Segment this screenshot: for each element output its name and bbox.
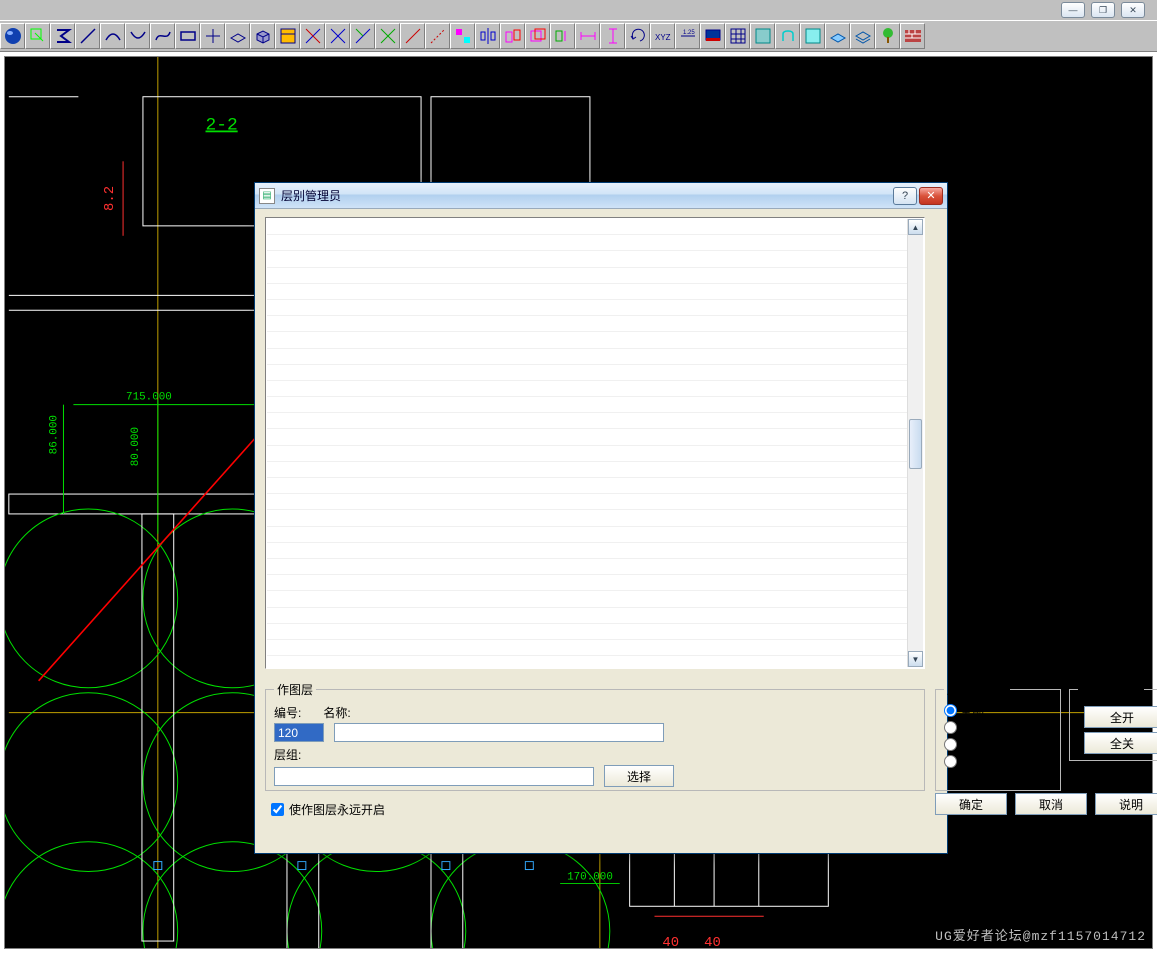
rectangle-icon[interactable] (175, 23, 200, 49)
work-layer-legend: 作图层 (274, 681, 316, 698)
tree-icon[interactable] (875, 23, 900, 49)
wcs-icon[interactable] (25, 23, 50, 49)
rect-off-icon[interactable] (525, 23, 550, 49)
work-layer-group: 作图层 编号: 名称: 层组: 选择 (265, 681, 925, 791)
help-button[interactable]: 说明 (1095, 793, 1157, 815)
dialog-body: ▲ ▼ 作图层 编号: 名称: 层组: 选择 (255, 209, 947, 853)
layer-list-inner (267, 219, 907, 667)
scroll-thumb[interactable] (909, 419, 922, 469)
svg-text:1.25: 1.25 (683, 30, 695, 36)
trim-icon[interactable] (300, 23, 325, 49)
dist-icon[interactable]: 1.25 (675, 23, 700, 49)
dim-v-icon[interactable] (600, 23, 625, 49)
point-icon[interactable] (200, 23, 225, 49)
tool5-icon[interactable] (850, 23, 875, 49)
wall-icon[interactable] (900, 23, 925, 49)
keep-open-checkbox[interactable] (271, 803, 284, 816)
arc-icon[interactable] (100, 23, 125, 49)
dialog-buttons: 确定 取消 说明 (935, 793, 1157, 815)
screen-icon[interactable] (700, 23, 725, 49)
solid-icon[interactable] (250, 23, 275, 49)
extend-icon[interactable] (350, 23, 375, 49)
radio-used-or-named-label: 使用的或命名的 (960, 753, 1044, 770)
radio-used-label: 使用的 (960, 719, 996, 736)
svg-text:40: 40 (662, 935, 679, 948)
xyz-icon[interactable]: XYZ (650, 23, 675, 49)
dialog-icon (259, 188, 275, 204)
svg-text:86.000: 86.000 (49, 415, 61, 454)
name-label: 名称: (323, 704, 350, 721)
layer-display-legend: 层别的显示 (944, 681, 1010, 698)
scroll-down-button[interactable]: ▼ (908, 651, 923, 667)
layer-manager-dialog: 层别管理员 ? ✕ ▲ ▼ 作图层 编号: (254, 182, 948, 854)
layer-list[interactable]: ▲ ▼ (265, 217, 925, 669)
window-controls: — ❐ ✕ (1061, 2, 1145, 18)
select-button[interactable]: 选择 (604, 765, 674, 787)
radio-used-or-named[interactable] (944, 755, 957, 768)
cancel-button[interactable]: 取消 (1015, 793, 1087, 815)
number-input[interactable] (274, 723, 324, 742)
shade-icon[interactable] (0, 23, 25, 49)
watermark: UG爱好者论坛@mzf1157014712 (935, 925, 1146, 944)
radio-all[interactable] (944, 704, 957, 717)
svg-text:XYZ: XYZ (655, 33, 671, 42)
dialog-title: 层别管理员 (281, 187, 893, 204)
radio-all-label: 全部 (960, 702, 984, 719)
svg-text:2-2: 2-2 (206, 116, 238, 136)
radio-named-label: 命名的 (960, 736, 996, 753)
minimize-button[interactable]: — (1061, 2, 1085, 18)
show-all-legend: 显示所有层 (1078, 681, 1144, 698)
group-input[interactable] (274, 767, 594, 786)
name-input[interactable] (334, 723, 664, 742)
number-label: 编号: (274, 704, 301, 721)
surface-icon[interactable] (225, 23, 250, 49)
scroll-up-button[interactable]: ▲ (908, 219, 923, 235)
grid-icon[interactable] (725, 23, 750, 49)
draft-icon[interactable] (275, 23, 300, 49)
all-off-button[interactable]: 全关 (1084, 732, 1157, 754)
dialog-titlebar[interactable]: 层别管理员 ? ✕ (255, 183, 947, 209)
mirror-icon[interactable] (475, 23, 500, 49)
cn-icon[interactable] (450, 23, 475, 49)
trim2-icon[interactable] (325, 23, 350, 49)
tool4-icon[interactable] (825, 23, 850, 49)
all-on-button[interactable]: 全开 (1084, 706, 1157, 728)
dim-h-icon[interactable] (575, 23, 600, 49)
group-label: 层组: (274, 746, 301, 763)
radio-named[interactable] (944, 738, 957, 751)
tool2-icon[interactable] (775, 23, 800, 49)
spline-icon[interactable] (150, 23, 175, 49)
offset-icon[interactable] (500, 23, 525, 49)
main-toolbar: XYZ 1.25 (0, 20, 1157, 52)
keep-open-row: 使作图层永远开启 (271, 801, 385, 818)
sigma-icon[interactable] (50, 23, 75, 49)
layer-icon[interactable] (550, 23, 575, 49)
join-icon[interactable] (400, 23, 425, 49)
list-scrollbar[interactable]: ▲ ▼ (907, 219, 923, 667)
ok-button[interactable]: 确定 (935, 793, 1007, 815)
svg-text:40: 40 (704, 935, 721, 948)
dialog-help-button[interactable]: ? (893, 187, 917, 205)
tool1-icon[interactable] (750, 23, 775, 49)
keep-open-label: 使作图层永远开启 (289, 801, 385, 818)
rotate-icon[interactable] (625, 23, 650, 49)
line-icon[interactable] (75, 23, 100, 49)
svg-text:715.000: 715.000 (126, 392, 172, 404)
radio-used[interactable] (944, 721, 957, 734)
maximize-button[interactable]: ❐ (1091, 2, 1115, 18)
svg-text:8.2: 8.2 (102, 186, 118, 211)
svg-text:170.000: 170.000 (567, 871, 613, 883)
tool3-icon[interactable] (800, 23, 825, 49)
modify-icon[interactable] (425, 23, 450, 49)
show-all-group: 显示所有层 全开 全关 (1069, 681, 1157, 761)
dialog-close-button[interactable]: ✕ (919, 187, 943, 205)
svg-text:80.000: 80.000 (130, 427, 142, 466)
fillet-icon[interactable] (125, 23, 150, 49)
layer-display-group: 层别的显示 全部 使用的 命名的 使用的或命名的 (935, 681, 1061, 791)
break-icon[interactable] (375, 23, 400, 49)
close-button[interactable]: ✕ (1121, 2, 1145, 18)
